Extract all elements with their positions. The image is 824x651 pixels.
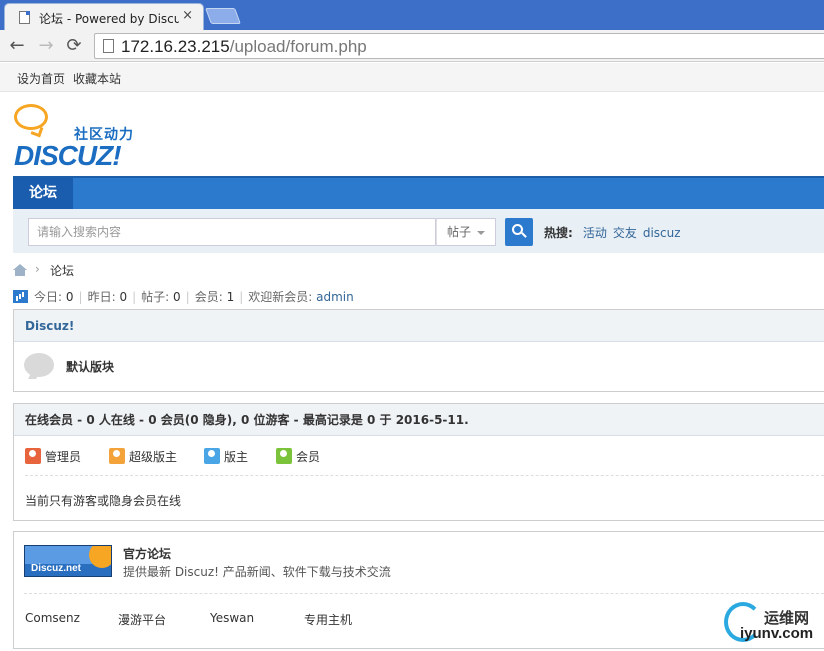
back-arrow-icon[interactable]: ← [6,35,28,57]
page-icon [103,39,114,53]
stat-today-label: 今日: [34,290,63,304]
friend-link[interactable]: 漫游平台 [118,611,166,628]
online-members: 在线会员 - 0 人在线 - 0 会员(0 隐身), 0 位游客 - 最高记录是… [13,403,824,521]
forum-name-link[interactable]: 默认版块 [66,358,114,375]
search-type-label: 帖子 [447,225,472,239]
new-tab-button[interactable] [205,8,241,24]
speech-bubble-icon [14,104,48,130]
stats-chart-icon[interactable] [13,290,28,303]
set-homepage-link[interactable]: 设为首页 [17,70,65,87]
super-moderator-icon [109,448,125,464]
legend-label: 版主 [224,450,249,464]
hot-term[interactable]: 活动 [583,226,607,240]
stat-yesterday: 0 [119,290,128,304]
watermark: 运维网 iyunv.com [720,600,824,646]
tab-title: 论坛 - Powered by Discuz! [39,12,179,26]
search-input[interactable]: 请输入搜索内容 [28,218,436,246]
official-title[interactable]: 官方论坛 [123,545,171,562]
divider [24,593,824,594]
home-icon[interactable] [13,264,27,276]
hot-search-label: 热搜: [544,226,573,240]
stat-posts: 0 [173,290,181,304]
stat-today: 0 [65,290,74,304]
legend-label: 会员 [296,450,321,464]
hot-term[interactable]: 交友 [613,226,637,240]
forum-bubble-icon[interactable] [24,353,54,377]
breadcrumb-current[interactable]: 论坛 [50,262,74,279]
legend-admin: 管理员 [25,448,81,465]
url-path: /upload/forum.php [229,37,367,56]
search-type-select[interactable]: 帖子 [436,218,496,246]
legend-super-moderator: 超级版主 [109,448,177,465]
newest-member-link[interactable]: admin [316,290,354,304]
online-note: 当前只有游客或隐身会员在线 [25,494,182,508]
nav-item-forum[interactable]: 论坛 [13,178,73,209]
stat-separator: | [132,290,137,304]
browser-toolbar: ← → ⟳ 172.16.23.215/upload/forum.php [0,30,824,62]
discuz-net-logo[interactable]: Discuz.net [24,545,112,577]
site-logo[interactable]: 社区动力 DISCUZ! [14,104,144,171]
close-icon[interactable]: × [182,8,193,23]
legend-member: 会员 [276,448,320,465]
top-links-bar: 设为首页 收藏本站 [0,63,824,92]
logo-brand: DISCUZ! [14,140,122,171]
member-icon [276,448,292,464]
member-legend: 管理员 超级版主 版主 会员 [25,436,824,476]
hot-term[interactable]: discuz [643,226,681,240]
forum-row: 默认版块 [14,342,824,391]
admin-icon [25,448,41,464]
stat-separator: | [239,290,244,304]
main-nav: 论坛 [13,176,824,209]
chevron-down-icon [477,231,485,235]
bookmark-site-link[interactable]: 收藏本站 [73,70,121,87]
search-button[interactable] [505,218,533,246]
watermark-en: iyunv.com [740,625,814,642]
reload-icon[interactable]: ⟳ [63,35,85,57]
stat-welcome-label: 欢迎新会员: [248,290,313,304]
stat-members: 1 [226,290,235,304]
official-description: 提供最新 Discuz! 产品新闻、软件下载与技术交流 [123,565,391,579]
page-icon [19,11,30,24]
search-bar: 请输入搜索内容 帖子 热搜: 活动 交友 discuz [13,209,824,253]
legend-moderator: 版主 [204,448,248,465]
url-text: 172.16.23.215/upload/forum.php [121,37,367,57]
discuz-net-logo-text: Discuz.net [31,563,82,574]
friend-link[interactable]: Comsenz [25,611,80,625]
moderator-icon [204,448,220,464]
forum-group: Discuz! 默认版块 [13,309,824,392]
stat-members-label: 会员: [194,290,223,304]
hot-search: 热搜: 活动 交友 discuz [544,224,681,241]
stat-yesterday-label: 昨日: [87,290,116,304]
online-title[interactable]: 在线会员 - 0 人在线 - 0 会员(0 隐身), 0 位游客 - 最高记录是… [14,404,824,436]
stat-posts-label: 帖子: [141,290,170,304]
breadcrumb-separator: › [35,262,40,276]
official-forum: Discuz.net 官方论坛 提供最新 Discuz! 产品新闻、软件下载与技… [13,531,824,649]
forward-arrow-icon[interactable]: → [35,35,57,57]
stat-separator: | [78,290,83,304]
url-host: 172.16.23.215 [121,37,230,56]
legend-label: 超级版主 [129,450,178,464]
friend-link[interactable]: 专用主机 [304,611,352,628]
legend-label: 管理员 [45,450,82,464]
browser-tab[interactable]: 论坛 - Powered by Discuz! × [4,3,204,30]
forum-stats: 今日: 0 | 昨日: 0 | 帖子: 0 | 会员: 1 | 欢迎新会员: admin [13,288,354,305]
forum-group-title[interactable]: Discuz! [14,310,824,342]
friend-link[interactable]: Yeswan [210,611,254,625]
browser-tabstrip: 论坛 - Powered by Discuz! × [0,0,824,30]
stat-separator: | [185,290,190,304]
address-bar[interactable]: 172.16.23.215/upload/forum.php [94,33,824,59]
